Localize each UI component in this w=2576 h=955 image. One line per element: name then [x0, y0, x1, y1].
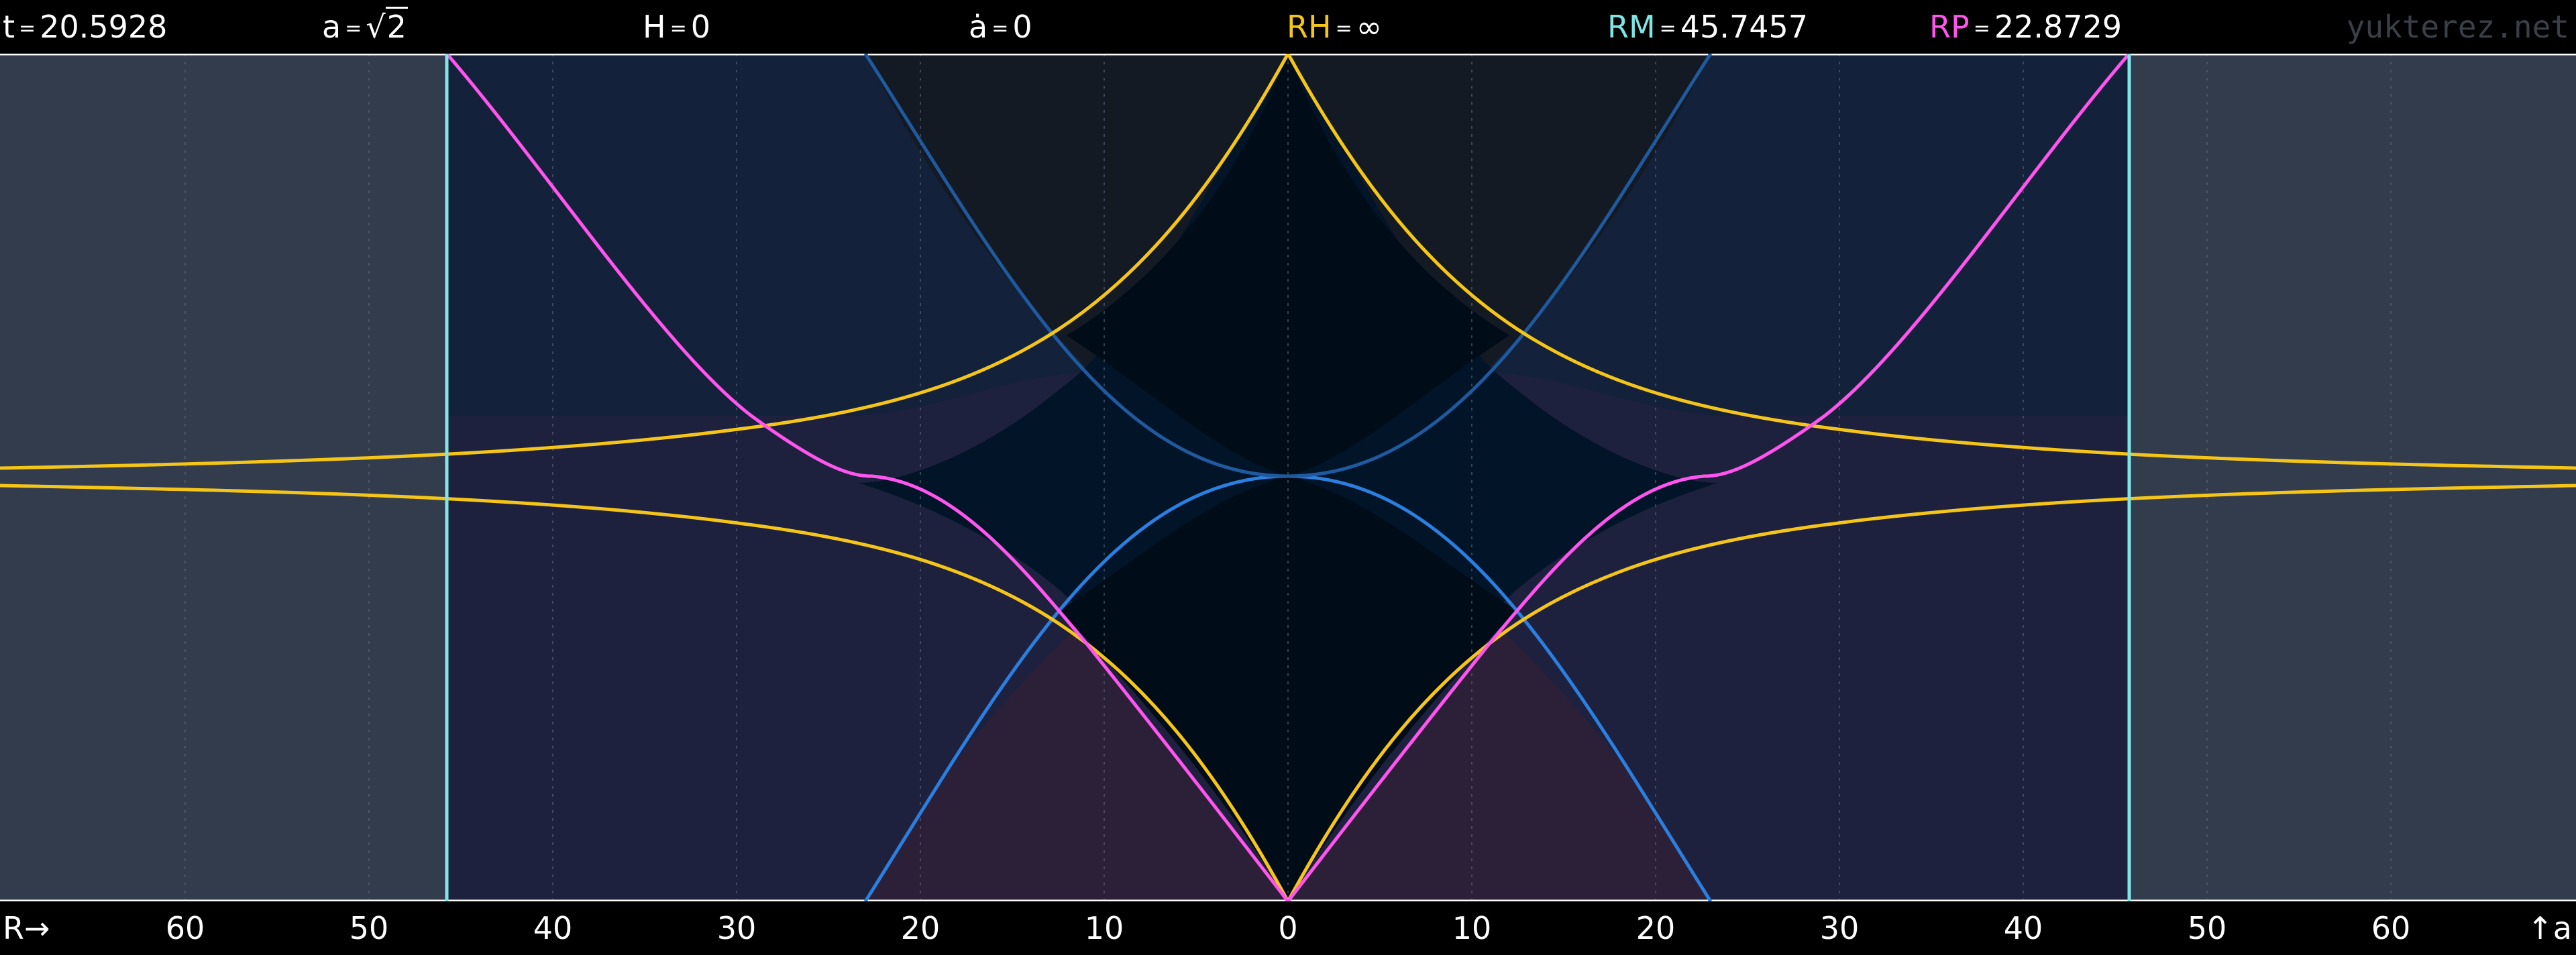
- x-tick-label: 30: [1819, 910, 1860, 946]
- x-tick-label: 60: [165, 910, 205, 946]
- rh-readout: RH = ∞: [1287, 9, 1383, 45]
- watermark: yukterez.net: [2346, 9, 2569, 45]
- x-tick-label: 50: [2187, 910, 2227, 946]
- header-bar: t = 20.5928 a = √2 H = 0 ȧ = 0 RH = ∞ RM = 45.7457 R…: [0, 0, 2576, 54]
- rp-readout: RP = 22.8729: [1929, 9, 2123, 45]
- x-tick-label: 50: [349, 910, 389, 946]
- x-tick-label: 0: [1278, 910, 1298, 946]
- rm-readout: RM = 45.7457: [1607, 9, 1809, 45]
- x-tick-label: 20: [1635, 910, 1676, 946]
- adot-readout: ȧ = 0: [969, 9, 1032, 45]
- x-tick-label: 30: [716, 910, 757, 946]
- x-tick-label: 20: [900, 910, 941, 946]
- x-tick-label: 40: [533, 910, 573, 946]
- x-tick-label: 40: [2003, 910, 2043, 946]
- x-tick-label: 60: [2371, 910, 2411, 946]
- x-tick-label: 10: [1084, 910, 1124, 946]
- x-axis-label: R→: [3, 910, 50, 946]
- scale-factor-readout: a = √2: [322, 5, 408, 50]
- x-tick-label: 10: [1452, 910, 1492, 946]
- hubble-readout: H = 0: [643, 9, 711, 45]
- y-axis-label: ↑a: [2527, 910, 2572, 946]
- time-readout: t = 20.5928: [3, 9, 168, 45]
- chart-plot-area: [0, 54, 2576, 901]
